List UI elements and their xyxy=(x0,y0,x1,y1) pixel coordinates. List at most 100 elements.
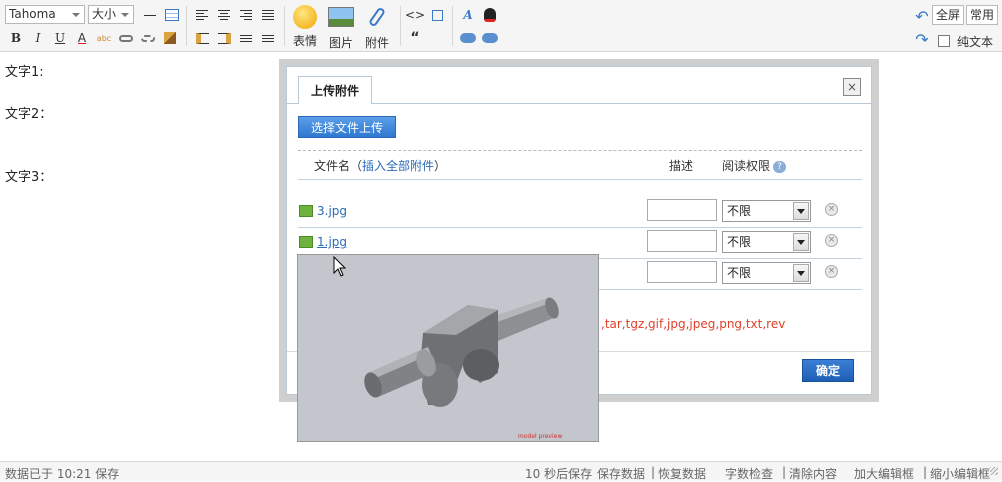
tab-upload[interactable]: 上传附件 xyxy=(298,76,372,104)
resize-grip-icon[interactable] xyxy=(990,467,998,475)
select-file-button[interactable]: 选择文件上传 xyxy=(298,116,396,138)
file-link[interactable]: 1.jpg xyxy=(317,235,347,249)
ordered-list-button[interactable] xyxy=(236,28,256,48)
video-button[interactable] xyxy=(480,28,500,48)
toolbar-divider xyxy=(400,6,401,46)
unordered-list-button[interactable] xyxy=(258,28,278,48)
font-size-select[interactable]: 大小 xyxy=(88,5,134,24)
video-icon xyxy=(482,33,498,43)
editor-line[interactable]: 文字2： xyxy=(5,103,52,122)
link-icon xyxy=(119,34,133,42)
filename-header-end: ） xyxy=(434,159,447,173)
unlink-button[interactable] xyxy=(138,28,158,48)
permission-select[interactable]: 不限 xyxy=(722,262,811,284)
file-link[interactable]: 3.jpg xyxy=(317,204,347,218)
shrink-editor-link[interactable]: 缩小编辑框 xyxy=(930,465,990,482)
enlarge-editor-link[interactable]: 加大编辑框 xyxy=(854,465,914,482)
float-right-icon xyxy=(217,32,231,44)
preview-caption: model preview xyxy=(518,433,562,440)
code-button[interactable]: <> xyxy=(405,5,425,25)
font-family-select[interactable]: Tahoma xyxy=(5,5,85,24)
image-preview-popup: model preview xyxy=(297,254,599,442)
font-style-icon: A xyxy=(463,8,473,22)
float-left-button[interactable] xyxy=(192,28,212,48)
underline-button[interactable]: U xyxy=(50,28,70,48)
qq-button[interactable] xyxy=(480,5,500,25)
hr-icon xyxy=(144,14,156,16)
permission-header: 阅读权限? xyxy=(722,157,787,174)
smiley-icon xyxy=(291,5,319,29)
chevron-down-icon xyxy=(72,13,80,17)
description-input[interactable] xyxy=(647,261,717,283)
chevron-down-icon xyxy=(793,233,809,251)
bold-button[interactable]: B xyxy=(6,28,26,48)
chevron-down-icon xyxy=(793,264,809,282)
description-input[interactable] xyxy=(647,199,717,221)
help-icon[interactable]: ? xyxy=(773,160,787,173)
attach-label: 附件 xyxy=(364,36,389,50)
permission-value: 不限 xyxy=(727,266,752,280)
ordered-list-icon xyxy=(240,34,252,42)
chevron-down-icon xyxy=(121,13,129,17)
plain-text-checkbox[interactable] xyxy=(938,35,950,47)
align-left-button[interactable] xyxy=(192,5,212,25)
undo-icon: ↶ xyxy=(915,6,929,26)
restore-data-link[interactable]: 恢复数据 xyxy=(658,465,706,482)
insert-all-link[interactable]: 插入全部附件 xyxy=(362,159,434,173)
audio-button[interactable] xyxy=(458,28,478,48)
attach-button[interactable]: 附件 xyxy=(357,5,397,50)
emoji-button[interactable]: 表情 xyxy=(285,5,325,49)
editor-line[interactable]: 文字3： xyxy=(5,166,52,185)
float-right-button[interactable] xyxy=(214,28,234,48)
redo-button[interactable]: ↷ xyxy=(912,29,932,49)
toolbar-divider xyxy=(452,6,453,46)
close-button[interactable]: × xyxy=(843,78,861,96)
clear-format-button[interactable] xyxy=(160,28,180,48)
description-input[interactable] xyxy=(647,230,717,252)
font-style-button[interactable]: A xyxy=(458,5,478,25)
justify-button[interactable] xyxy=(258,5,278,25)
image-button[interactable]: 图片 xyxy=(321,5,361,50)
separator: | xyxy=(782,465,787,479)
fullscreen-button[interactable]: 全屏 xyxy=(932,5,964,25)
italic-button[interactable]: I xyxy=(28,28,48,48)
delete-button[interactable]: × xyxy=(825,265,838,278)
save-data-link[interactable]: 保存数据 xyxy=(597,465,645,482)
quote-button[interactable]: “ xyxy=(405,28,425,48)
confirm-button[interactable]: 确定 xyxy=(802,359,854,382)
redo-icon: ↷ xyxy=(915,29,929,49)
row-divider xyxy=(298,227,862,228)
image-label: 图片 xyxy=(328,36,353,50)
align-right-icon xyxy=(240,10,252,20)
undo-button[interactable]: ↶ xyxy=(912,6,932,26)
spellcheck-button[interactable]: abc xyxy=(94,28,114,48)
common-button[interactable]: 常用 xyxy=(966,5,998,25)
table-button[interactable] xyxy=(162,5,182,25)
wordcount-link[interactable]: 字数检查 xyxy=(725,465,773,482)
link-button[interactable] xyxy=(116,28,136,48)
filename-header: 文件名（插入全部附件） xyxy=(314,157,446,174)
delete-button[interactable]: × xyxy=(825,203,838,216)
float-left-icon xyxy=(195,32,209,44)
permission-select[interactable]: 不限 xyxy=(722,200,811,222)
allowed-extensions: ,tar,tgz,gif,jpg,jpeg,png,txt,rev xyxy=(601,317,786,331)
unordered-list-icon xyxy=(262,34,274,42)
permission-select[interactable]: 不限 xyxy=(722,231,811,253)
emoji-label: 表情 xyxy=(292,34,317,48)
status-bar: 数据已于 10:21 保存 10 秒后保存 保存数据 | 恢复数据 字数检查 |… xyxy=(0,461,1002,481)
horizontal-rule-button[interactable] xyxy=(140,5,160,25)
delete-button[interactable]: × xyxy=(825,234,838,247)
align-left-icon xyxy=(196,10,208,20)
align-right-button[interactable] xyxy=(236,5,256,25)
clear-content-link[interactable]: 清除内容 xyxy=(789,465,837,482)
divider xyxy=(298,150,862,151)
qq-icon xyxy=(484,8,496,22)
align-center-icon xyxy=(218,10,230,20)
plain-text-label: 纯文本 xyxy=(957,35,994,49)
editor-line[interactable]: 文字1: xyxy=(5,61,44,80)
media-button[interactable] xyxy=(427,5,447,25)
font-size-value: 大小 xyxy=(92,7,117,21)
align-center-button[interactable] xyxy=(214,5,234,25)
font-color-button[interactable]: A xyxy=(72,28,92,48)
image-icon xyxy=(327,7,355,31)
